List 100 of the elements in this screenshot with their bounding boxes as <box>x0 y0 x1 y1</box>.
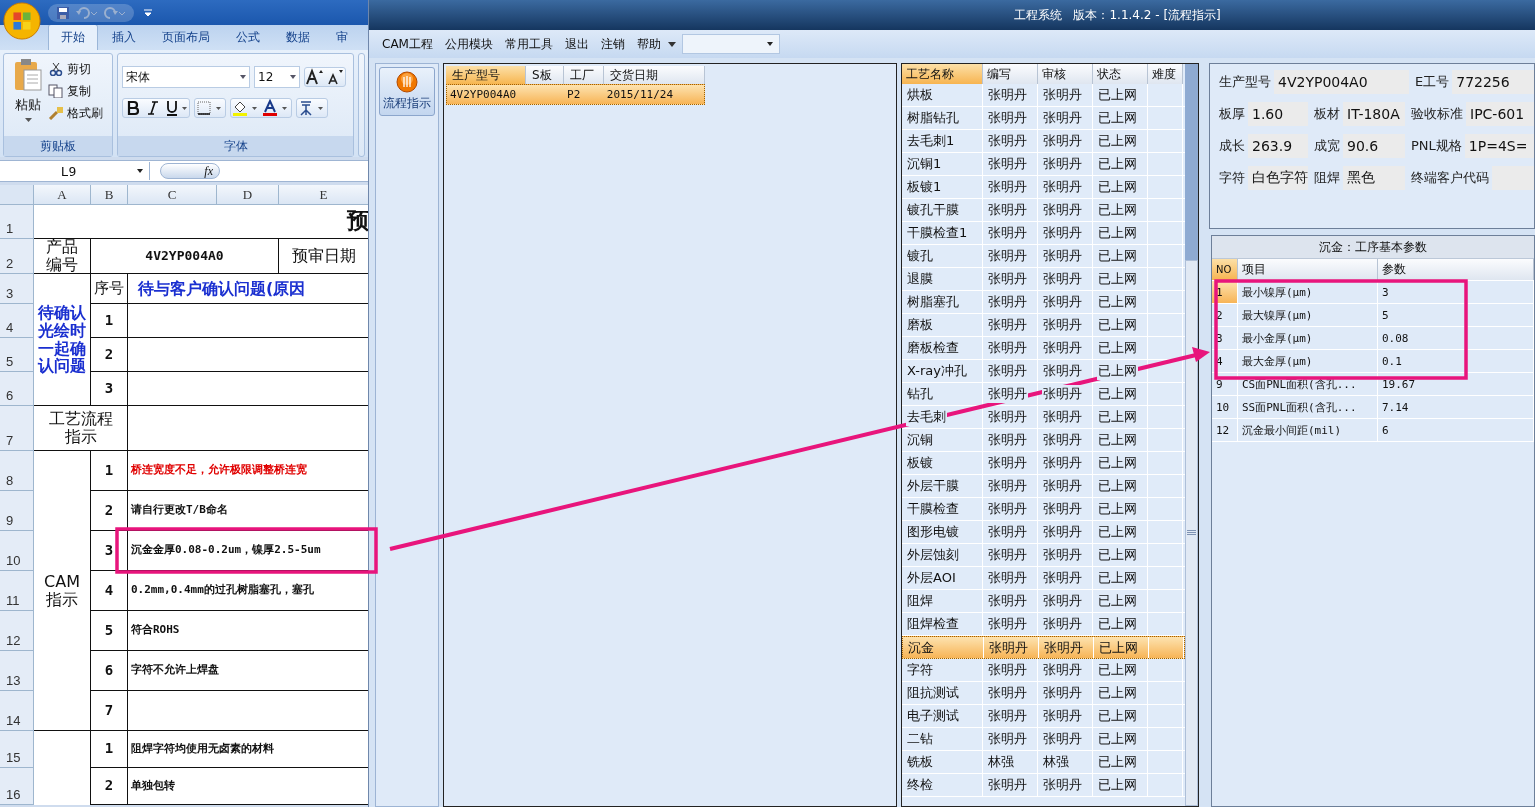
text-field[interactable]: IPC-601 <box>1466 102 1534 126</box>
column-header[interactable]: 工厂 <box>564 66 604 84</box>
font-family-dropdown[interactable]: 宋体 <box>122 66 250 88</box>
ribbon-tab[interactable]: 插入 <box>100 25 148 50</box>
ribbon-tab[interactable]: 页面布局 <box>150 25 222 50</box>
column-header[interactable]: 状态 <box>1093 64 1148 84</box>
table-row[interactable]: 外层AOI 张明丹 张明丹 已上网 <box>902 567 1185 590</box>
save-icon[interactable] <box>56 5 70 20</box>
menu-item[interactable]: 公用模块 <box>439 33 498 55</box>
table-row[interactable]: 2 最大镍厚(μm) 5 <box>1212 304 1534 327</box>
table-row[interactable]: 3 最小金厚(μm) 0.08 <box>1212 327 1534 350</box>
table-row[interactable]: 铣板 林强 林强 已上网 <box>902 751 1185 774</box>
ribbon-tab[interactable]: 审 <box>324 25 360 50</box>
table-row[interactable]: 磨板 张明丹 张明丹 已上网 <box>902 314 1185 337</box>
insert-function-button[interactable]: fx <box>160 163 220 179</box>
text-field[interactable]: 4V2YP004A0 <box>1274 70 1409 94</box>
table-row[interactable]: X-ray冲孔 张明丹 张明丹 已上网 <box>902 360 1185 383</box>
column-header[interactable]: 工艺名称 <box>902 64 983 84</box>
table-row[interactable]: 终检 张明丹 张明丹 已上网 <box>902 774 1185 797</box>
text-field[interactable]: 白色字符 <box>1248 166 1308 190</box>
table-row[interactable]: 退膜 张明丹 张明丹 已上网 <box>902 268 1185 291</box>
scrollbar[interactable] <box>1185 64 1198 806</box>
name-box[interactable]: L9 <box>0 162 150 180</box>
ribbon-command[interactable]: 复制 <box>48 82 103 100</box>
table-row[interactable]: 沉金 张明丹 张明丹 已上网 <box>902 636 1185 659</box>
row-header[interactable]: 12 <box>0 611 34 651</box>
row-header[interactable]: 10 <box>0 531 34 571</box>
row-header[interactable]: 11 <box>0 571 34 611</box>
row-header[interactable]: 3 <box>0 274 34 304</box>
ribbon-command[interactable]: 剪切 <box>48 60 103 78</box>
row-header[interactable]: 9 <box>0 491 34 531</box>
table-row[interactable]: 二钻 张明丹 张明丹 已上网 <box>902 728 1185 751</box>
row-header[interactable]: 2 <box>0 239 34 274</box>
column-header[interactable]: B <box>91 185 128 205</box>
ribbon-tab[interactable]: 数据 <box>274 25 322 50</box>
table-row[interactable]: 树脂塞孔 张明丹 张明丹 已上网 <box>902 291 1185 314</box>
column-header[interactable]: A <box>34 185 91 205</box>
table-row[interactable]: 10 SS面PNL面积(含孔... 7.14 <box>1212 396 1534 419</box>
ribbon-tab[interactable]: 开始 <box>48 24 98 50</box>
table-row[interactable]: 干膜检查 张明丹 张明丹 已上网 <box>902 498 1185 521</box>
column-header[interactable]: 项目 <box>1238 259 1378 280</box>
row-header[interactable]: 4 <box>0 304 34 338</box>
table-row[interactable]: 外层干膜 张明丹 张明丹 已上网 <box>902 475 1185 498</box>
text-field[interactable]: 263.9 <box>1248 134 1308 158</box>
table-row[interactable]: 磨板检查 张明丹 张明丹 已上网 <box>902 337 1185 360</box>
table-row[interactable]: 12 沉金最小间距(mil) 6 <box>1212 419 1534 442</box>
column-header[interactable]: 编写 <box>983 64 1038 84</box>
row-header[interactable]: 14 <box>0 691 34 731</box>
table-row[interactable]: 钻孔 张明丹 张明丹 已上网 <box>902 383 1185 406</box>
table-row[interactable]: 9 CS面PNL面积(含孔... 19.67 <box>1212 373 1534 396</box>
row-header[interactable]: 7 <box>0 406 34 451</box>
table-row[interactable]: 树脂钻孔 张明丹 张明丹 已上网 <box>902 107 1185 130</box>
table-row[interactable]: 去毛刺 张明丹 张明丹 已上网 <box>902 406 1185 429</box>
text-field[interactable]: 1P=4S= <box>1464 134 1534 158</box>
text-field[interactable]: IT-180A <box>1343 102 1405 126</box>
menu-item[interactable]: 帮助 <box>631 33 666 55</box>
ribbon-tab[interactable]: 公式 <box>224 25 272 50</box>
column-header[interactable]: 参数 <box>1378 259 1534 280</box>
row-header[interactable]: 5 <box>0 338 34 372</box>
menu-item[interactable]: 注销 <box>595 33 630 55</box>
row-header[interactable]: 6 <box>0 372 34 406</box>
table-row[interactable]: 外层蚀刻 张明丹 张明丹 已上网 <box>902 544 1185 567</box>
row-header[interactable]: 1 <box>0 205 34 239</box>
table-row[interactable]: 阻焊 张明丹 张明丹 已上网 <box>902 590 1185 613</box>
table-row[interactable]: 字符 张明丹 张明丹 已上网 <box>902 659 1185 682</box>
shrink-font-icon[interactable] <box>325 68 345 86</box>
table-row[interactable]: 镀孔干膜 张明丹 张明丹 已上网 <box>902 199 1185 222</box>
column-header[interactable]: C <box>128 185 217 205</box>
row-header[interactable]: 13 <box>0 651 34 691</box>
table-row[interactable]: 电子测试 张明丹 张明丹 已上网 <box>902 705 1185 728</box>
table-row[interactable]: 干膜检查1 张明丹 张明丹 已上网 <box>902 222 1185 245</box>
menu-item[interactable]: 退出 <box>559 33 594 55</box>
text-field[interactable]: 90.6 <box>1343 134 1405 158</box>
table-row[interactable]: 沉铜1 张明丹 张明丹 已上网 <box>902 153 1185 176</box>
ribbon-command[interactable]: 格式刷 <box>48 104 103 122</box>
column-header[interactable]: D <box>217 185 279 205</box>
column-header[interactable]: 难度 <box>1148 64 1183 84</box>
grow-font-icon[interactable] <box>305 68 325 86</box>
nav-button[interactable]: 流程指示 <box>379 67 435 116</box>
table-row[interactable]: 4 最大金厚(μm) 0.1 <box>1212 350 1534 373</box>
text-field[interactable]: 772256 <box>1452 70 1534 94</box>
column-header[interactable]: E <box>279 185 368 205</box>
column-header[interactable]: 审核 <box>1038 64 1093 84</box>
caret-icon[interactable] <box>667 41 676 47</box>
font-size-dropdown[interactable]: 12 <box>254 66 300 88</box>
table-row[interactable]: 图形电镀 张明丹 张明丹 已上网 <box>902 521 1185 544</box>
row-header[interactable]: 15 <box>0 731 34 768</box>
customize-caret-icon[interactable] <box>144 8 152 17</box>
table-row[interactable]: 板镀1 张明丹 张明丹 已上网 <box>902 176 1185 199</box>
table-row[interactable]: 镀孔 张明丹 张明丹 已上网 <box>902 245 1185 268</box>
menu-item[interactable]: 常用工具 <box>499 33 558 55</box>
row-header[interactable]: 16 <box>0 768 34 805</box>
column-header[interactable]: 交货日期 <box>604 66 705 84</box>
text-field[interactable] <box>1492 166 1534 190</box>
text-field[interactable]: 1.60 <box>1248 102 1308 126</box>
table-row[interactable]: 板镀 张明丹 张明丹 已上网 <box>902 452 1185 475</box>
paste-button[interactable]: 粘贴 <box>8 58 48 132</box>
column-header[interactable]: S板 <box>526 66 564 84</box>
table-row[interactable]: 烘板 张明丹 张明丹 已上网 <box>902 84 1185 107</box>
table-row[interactable]: 1 最小镍厚(μm) 3 <box>1212 281 1534 304</box>
